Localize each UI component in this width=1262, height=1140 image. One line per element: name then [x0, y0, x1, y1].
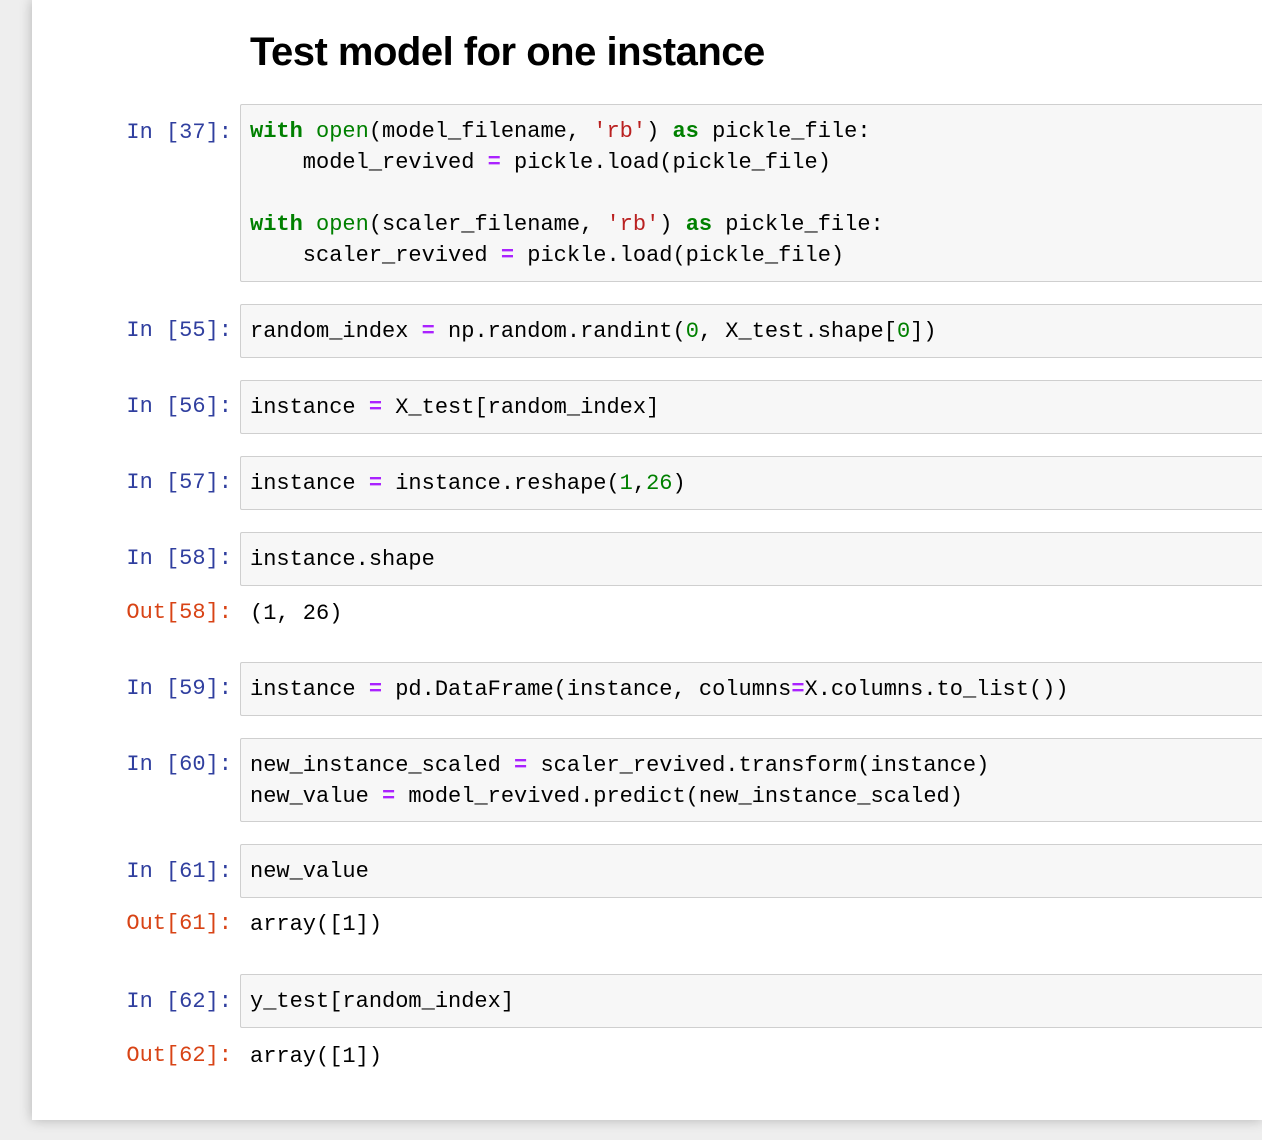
code-text: instance = pd.DataFrame(instance, column… [241, 663, 1262, 716]
code-token: 26 [646, 471, 673, 496]
code-token: = [421, 319, 435, 344]
code-input-area[interactable]: random_index = np.random.randint(0, X_te… [240, 304, 1262, 358]
input-prompt: In [59]: [126, 676, 232, 701]
code-text: with open(model_filename, 'rb') as pickl… [241, 105, 1262, 282]
code-token: pickle.load(pickle_file) [500, 150, 831, 175]
code-token: = [368, 395, 383, 420]
code-input-area[interactable]: with open(model_filename, 'rb') as pickl… [240, 104, 1262, 282]
code-token: ) [646, 119, 673, 144]
output-prompt: Out[62]: [126, 1043, 232, 1068]
code-text: y_test[random_index] [241, 975, 1262, 1028]
code-token: X.columns.to_list()) [804, 677, 1069, 702]
code-token: scaler_revived [250, 243, 501, 268]
code-token: = [514, 753, 528, 778]
code-token: scaler_revived.transform(instance) [527, 753, 990, 778]
code-token: = [791, 677, 805, 702]
code-token: , [632, 471, 647, 496]
code-token: with [250, 212, 303, 237]
input-prompt: In [62]: [126, 989, 232, 1014]
code-token: new_instance_scaled [250, 753, 515, 778]
code-input-area[interactable]: instance = pd.DataFrame(instance, column… [240, 662, 1262, 716]
output-prompt: Out[58]: [126, 600, 232, 625]
code-token: 0 [896, 319, 911, 344]
code-token: instance.reshape( [382, 471, 620, 496]
code-token: (model_filename, [368, 119, 594, 144]
code-token: pickle.load(pickle_file) [514, 243, 845, 268]
code-token: pd.DataFrame(instance, columns [382, 677, 792, 702]
code-token: 'rb' [593, 119, 647, 144]
code-token: (scaler_filename, [368, 212, 607, 237]
code-token: 1 [619, 471, 633, 496]
input-prompt: In [56]: [126, 394, 232, 419]
code-token: y_test[random_index] [250, 989, 515, 1014]
code-text: random_index = np.random.randint(0, X_te… [241, 305, 1262, 358]
code-text: instance = instance.reshape(1,26) [241, 457, 1262, 510]
code-token: = [500, 243, 515, 268]
output-text: array([1]) [250, 1044, 383, 1069]
code-input-area[interactable]: instance = X_test[random_index] [240, 380, 1262, 434]
code-input-area[interactable]: instance.shape [240, 532, 1262, 586]
code-token: instance [250, 471, 369, 496]
section-heading: Test model for one instance [250, 30, 765, 74]
code-token: = [487, 150, 501, 175]
code-token: pickle_file: [712, 212, 884, 237]
code-token: 0 [685, 319, 699, 344]
code-token: ) [659, 212, 686, 237]
code-token: new_value [250, 784, 383, 809]
code-token: model_revived.predict(new_instance_scale… [395, 784, 963, 809]
code-input-area[interactable]: y_test[random_index] [240, 974, 1262, 1028]
code-input-area[interactable]: new_instance_scaled = scaler_revived.tra… [240, 738, 1262, 822]
code-token: = [382, 784, 396, 809]
input-prompt: In [61]: [126, 859, 232, 884]
code-token: , X_test.shape[ [698, 319, 897, 344]
code-token: instance.shape [250, 547, 435, 572]
code-token: as [672, 119, 699, 144]
input-prompt: In [57]: [126, 470, 232, 495]
code-token: = [368, 471, 383, 496]
code-token: np.random.randint( [434, 319, 686, 344]
code-token: instance [250, 677, 369, 702]
code-token: ) [672, 471, 686, 496]
notebook-page: Test model for one instance In [37]: wit… [32, 0, 1262, 1120]
code-token: = [368, 677, 383, 702]
input-prompt: In [60]: [126, 752, 232, 777]
output-text: array([1]) [250, 912, 383, 937]
code-token: pickle_file: [698, 119, 871, 144]
code-token: instance [250, 395, 369, 420]
code-text: instance = X_test[random_index] [241, 381, 1262, 434]
code-token: X_test[random_index] [382, 395, 660, 420]
code-text: new_value [241, 845, 1262, 898]
code-token: ]) [910, 319, 937, 344]
code-token: model_revived [250, 150, 488, 175]
code-input-area[interactable]: new_value [240, 844, 1262, 898]
code-token: 'rb' [606, 212, 660, 237]
code-token: open [316, 119, 369, 144]
code-token: random_index [250, 319, 422, 344]
input-prompt: In [37]: [126, 120, 232, 145]
output-prompt: Out[61]: [126, 911, 232, 936]
code-token: as [685, 212, 713, 237]
output-text: (1, 26) [250, 601, 343, 626]
code-text: new_instance_scaled = scaler_revived.tra… [241, 739, 1262, 823]
code-input-area[interactable]: instance = instance.reshape(1,26) [240, 456, 1262, 510]
code-text: instance.shape [241, 533, 1262, 586]
input-prompt: In [58]: [126, 546, 232, 571]
code-token: new_value [250, 859, 369, 884]
code-token: open [316, 212, 369, 237]
code-token: with [250, 119, 303, 144]
input-prompt: In [55]: [126, 318, 232, 343]
